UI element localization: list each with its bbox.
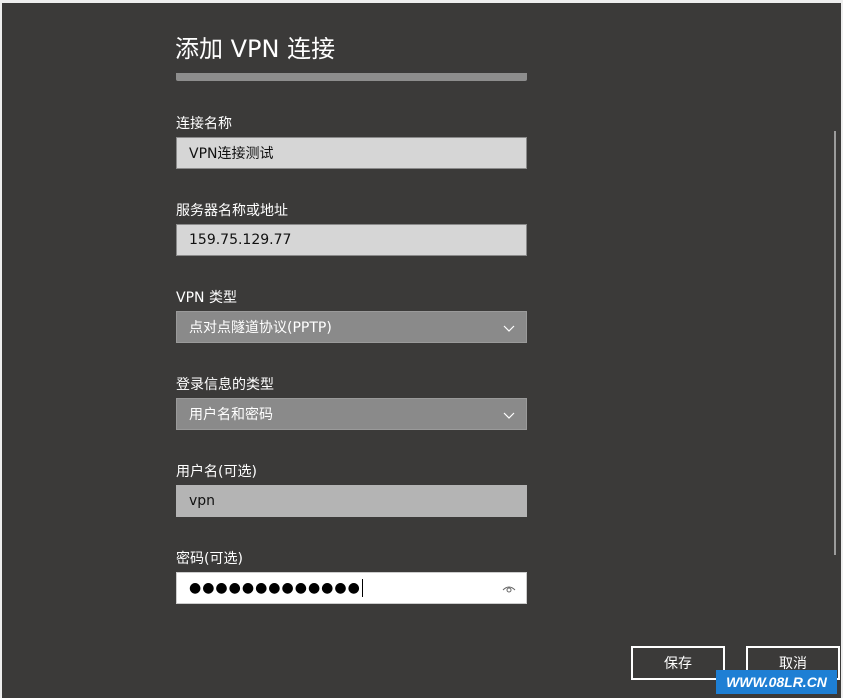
server-address-value: 159.75.129.77 [189,232,292,248]
username-value: vpn [189,493,216,509]
vpn-provider-select-partial[interactable] [176,73,527,81]
eye-icon[interactable] [502,583,516,595]
username-label: 用户名(可选) [176,464,257,480]
add-vpn-dialog: 添加 VPN 连接 连接名称 VPN连接测试 服务器名称或地址 159.75.1… [2,3,841,698]
connection-name-label: 连接名称 [176,116,232,132]
server-address-label: 服务器名称或地址 [176,203,288,219]
vpn-type-value: 点对点隧道协议(PPTP) [189,320,332,336]
password-input[interactable]: ●●●●●●●●●●●●● [176,572,527,604]
vpn-type-select[interactable]: 点对点隧道协议(PPTP) [176,311,527,343]
chevron-down-icon [503,325,515,332]
text-caret [361,579,363,597]
signin-type-value: 用户名和密码 [189,407,273,423]
save-button[interactable]: 保存 [631,646,725,680]
password-masked-value: ●●●●●●●●●●●●● [189,580,361,596]
username-input[interactable]: vpn [176,485,527,517]
signin-type-label: 登录信息的类型 [176,377,274,393]
scrollbar[interactable] [834,131,836,555]
connection-name-value: VPN连接测试 [189,146,274,162]
chevron-down-icon [503,412,515,419]
connection-name-input[interactable]: VPN连接测试 [176,137,527,169]
server-address-input[interactable]: 159.75.129.77 [176,224,527,256]
dialog-title: 添加 VPN 连接 [175,35,336,63]
site-watermark: WWW.08LR.CN [716,670,837,694]
signin-type-select[interactable]: 用户名和密码 [176,398,527,430]
vpn-type-label: VPN 类型 [176,290,237,306]
password-label: 密码(可选) [176,551,243,567]
